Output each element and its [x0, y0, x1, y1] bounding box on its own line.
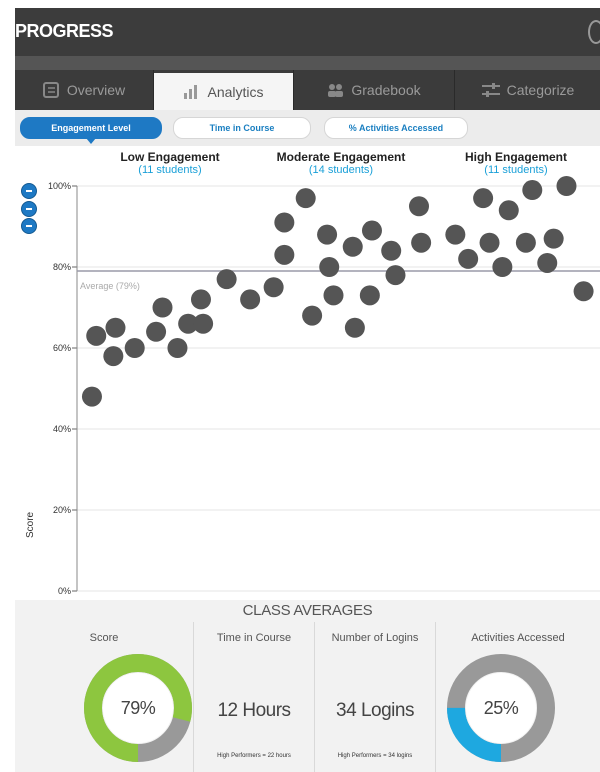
y-tick-label: 0%: [58, 586, 71, 596]
data-point: [411, 232, 432, 253]
people-icon: [327, 83, 345, 97]
data-point: [274, 212, 295, 233]
data-point: [319, 257, 340, 277]
data-point: [385, 265, 406, 286]
data-point: [193, 313, 214, 334]
y-tick-label: 80%: [53, 262, 71, 272]
data-point: [81, 386, 102, 407]
data-point: [295, 188, 316, 209]
tab-bar: Overview Analytics Gradebook Categorize: [15, 70, 600, 110]
tab-gradebook[interactable]: Gradebook: [294, 70, 454, 110]
data-point: [167, 338, 188, 358]
zoom-button[interactable]: [21, 218, 37, 234]
filter-bar: Engagement Level Time in Course % Activi…: [15, 110, 600, 146]
activities-summary: Activities Accessed 25%: [436, 622, 600, 772]
class-averages-panel: CLASS AVERAGES Score 79% Time in Course …: [15, 600, 600, 772]
logins-value: 34 Logins: [336, 700, 414, 721]
data-point: [105, 317, 126, 338]
tab-categorize[interactable]: Categorize: [455, 70, 600, 110]
data-point: [86, 325, 107, 346]
app-title: PROGRESS: [15, 21, 114, 41]
y-tick-label: 60%: [53, 343, 71, 353]
y-tick-label: 100%: [48, 181, 71, 191]
tab-label: Overview: [66, 82, 126, 98]
time-note: High Performers = 22 hours: [217, 753, 291, 759]
header-divider: [15, 56, 600, 70]
data-point: [445, 224, 466, 245]
logins-summary: Number of Logins 34 Logins High Performe…: [315, 622, 435, 772]
data-point: [537, 252, 558, 273]
data-point: [152, 297, 173, 318]
data-point: [323, 285, 344, 306]
data-point: [543, 228, 564, 249]
activities-label: Activities Accessed: [471, 632, 565, 644]
data-point: [190, 289, 211, 310]
time-summary: Time in Course 12 Hours High Performers …: [194, 622, 314, 772]
overview-icon: [42, 82, 61, 98]
filter-time-in-course[interactable]: Time in Course: [173, 117, 311, 139]
data-point: [342, 236, 363, 257]
data-point: [473, 188, 494, 209]
data-point: [302, 305, 323, 326]
average-label: Average (79%): [80, 281, 140, 291]
tab-analytics[interactable]: Analytics: [154, 73, 293, 110]
bar-chart-icon: [183, 84, 201, 100]
scatter-plot: 100% 80% 60% 40% 20% 0% Average (79%): [48, 176, 600, 596]
time-value: 12 Hours: [217, 700, 291, 721]
sliders-icon: [481, 83, 501, 97]
tab-overview[interactable]: Overview: [15, 70, 153, 110]
data-point: [124, 338, 145, 358]
data-point: [492, 257, 513, 277]
data-point: [317, 224, 338, 245]
filter-activities-accessed[interactable]: % Activities Accessed: [324, 117, 468, 139]
window-control-icon[interactable]: [588, 20, 600, 44]
class-averages-title: CLASS AVERAGES: [242, 602, 373, 619]
logins-note: High Performers = 34 logins: [337, 753, 413, 759]
data-point: [263, 277, 284, 298]
data-point: [522, 180, 543, 201]
filter-engagement-level[interactable]: Engagement Level: [20, 117, 162, 144]
data-point: [240, 289, 261, 310]
activities-value: 25%: [483, 698, 519, 718]
data-point: [515, 232, 536, 253]
data-point: [498, 200, 519, 221]
data-point: [556, 176, 577, 196]
score-summary: Score 79%: [15, 622, 193, 772]
tab-label: Categorize: [506, 82, 575, 98]
data-point: [274, 244, 295, 265]
title-bar: PROGRESS: [15, 8, 600, 56]
progress-window: PROGRESS Overview Analytics Gradebook Ca…: [0, 0, 600, 772]
data-point: [458, 248, 479, 269]
y-tick-label: 40%: [53, 424, 71, 434]
time-label: Time in Course: [216, 632, 292, 644]
data-point: [361, 220, 382, 241]
data-point: [359, 285, 380, 306]
data-point: [103, 346, 124, 367]
y-tick-label: 20%: [53, 505, 71, 515]
logins-label: Number of Logins: [331, 632, 419, 644]
data-point: [479, 232, 500, 253]
tab-label: Gradebook: [351, 82, 421, 98]
zoom-button[interactable]: [21, 201, 37, 217]
zoom-button[interactable]: [21, 183, 37, 199]
engagement-chart: Low Engagement (11 students) Moderate En…: [15, 146, 600, 600]
score-label: Score: [89, 632, 119, 644]
data-point: [216, 269, 237, 290]
data-point: [409, 196, 429, 217]
data-point: [381, 240, 402, 261]
tab-label: Analytics: [207, 83, 264, 100]
score-value: 79%: [120, 698, 156, 718]
data-point: [146, 321, 167, 342]
data-point: [344, 317, 365, 338]
data-point: [573, 281, 594, 302]
